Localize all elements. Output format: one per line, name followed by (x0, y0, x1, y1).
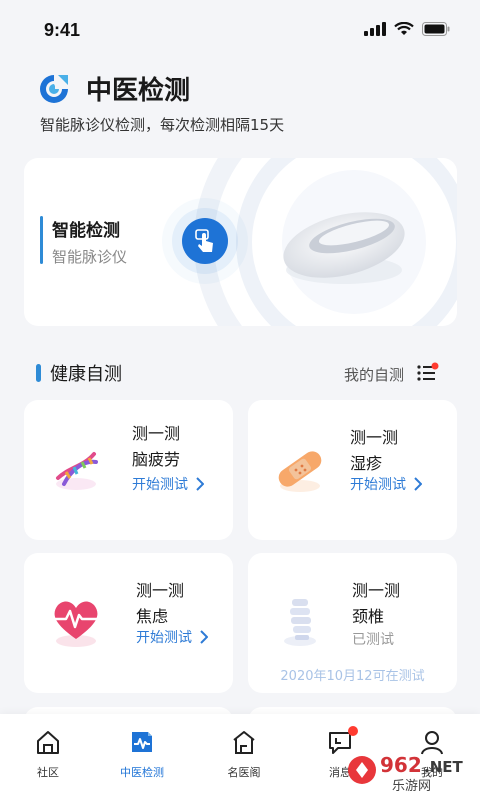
card-line1: 测一测 (136, 581, 185, 600)
wifi-icon (394, 22, 414, 35)
battery-icon (422, 22, 450, 36)
test-card-cervical-spine[interactable]: 测一测 颈椎 已测试 2020年10月12可在测试 (248, 553, 457, 693)
test-card-anxiety[interactable]: 测一测 焦虑 开始测试 (24, 553, 233, 693)
chevron-right-icon (414, 477, 422, 491)
svg-text:.NET: .NET (424, 758, 463, 776)
test-card-brain-fatigue[interactable]: 测一测 脑疲劳 开始测试 (24, 400, 233, 540)
card-line1: 测一测 (132, 424, 181, 443)
tested-label: 已测试 (352, 632, 394, 648)
start-test-label: 开始测试 (132, 477, 188, 493)
card-line2: 脑疲劳 (132, 450, 181, 469)
site-watermark: 962 .NET 乐游网 (348, 753, 463, 794)
smart-detection-card[interactable]: 智能检测 智能脉诊仪 (24, 158, 457, 326)
logo-icon (40, 74, 68, 103)
status-icons (364, 22, 450, 36)
card-line1: 测一测 (350, 428, 399, 447)
status-bar: 9:41 (0, 0, 480, 58)
spine-icon (284, 599, 316, 646)
status-time: 9:41 (44, 20, 81, 40)
card-line2: 焦虑 (136, 607, 169, 626)
tab-label: 中医检测 (120, 766, 164, 779)
brand-header: 中医检测 (36, 70, 190, 107)
chevron-right-icon (200, 630, 208, 644)
list-icon[interactable] (416, 362, 440, 384)
next-test-date: 2020年10月12可在测试 (280, 669, 425, 684)
start-detection-button[interactable] (182, 218, 228, 264)
hero-subtitle: 智能脉诊仪 (52, 248, 128, 266)
page-title: 中医检测 (86, 76, 191, 106)
pulse-doc-icon (132, 732, 152, 752)
section-accent-bar (36, 364, 41, 382)
tap-hand-icon (195, 229, 213, 252)
signal-icon (364, 22, 386, 36)
card-line2: 颈椎 (352, 607, 385, 626)
health-self-test-header: 健康自测 我的自测 (36, 360, 440, 386)
dna-icon (56, 452, 98, 490)
start-test-label: 开始测试 (136, 630, 192, 646)
hero-title: 智能检测 (52, 221, 120, 241)
tab-famous-doctors[interactable]: 名医阁 (196, 714, 292, 800)
start-test-label: 开始测试 (350, 477, 406, 493)
home-icon (37, 731, 59, 754)
tab-label: 社区 (37, 766, 59, 779)
svg-text:乐游网: 乐游网 (392, 779, 431, 794)
message-badge (348, 726, 358, 736)
section-title: 健康自测 (50, 364, 122, 385)
test-card-eczema[interactable]: 测一测 湿疹 开始测试 (248, 400, 457, 540)
pulse-device-image (283, 212, 405, 284)
start-test-link[interactable]: 开始测试 (132, 474, 204, 494)
tab-label: 名医阁 (227, 766, 261, 779)
heart-pulse-icon (54, 601, 98, 647)
tab-tcm-detection[interactable]: 中医检测 (94, 714, 190, 800)
page-subtitle: 智能脉诊仪检测，每次检测相隔15天 (40, 116, 285, 134)
building-icon (233, 731, 255, 754)
svg-text:962: 962 (380, 753, 422, 777)
my-tests-link[interactable]: 我的自测 (344, 364, 404, 385)
tab-community[interactable]: 社区 (0, 714, 96, 800)
hero-accent-bar (40, 216, 43, 264)
card-line2: 湿疹 (350, 454, 383, 473)
tested-status: 已测试 (352, 629, 394, 649)
card-line1: 测一测 (352, 581, 401, 600)
start-test-link[interactable]: 开始测试 (136, 627, 208, 647)
chevron-right-icon (196, 477, 204, 491)
bandage-icon (278, 451, 322, 492)
start-test-link[interactable]: 开始测试 (350, 474, 422, 494)
